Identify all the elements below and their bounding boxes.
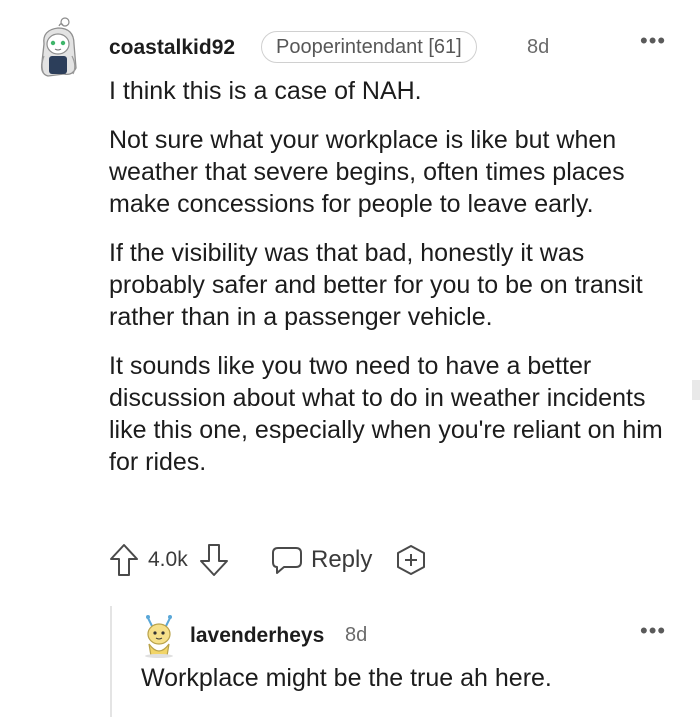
- comment-paragraph: I think this is a case of NAH.: [109, 77, 422, 105]
- downvote-button[interactable]: [198, 540, 230, 580]
- comment-paragraph: Not sure what your workplace is like but…: [109, 126, 625, 218]
- comment-body: I think this is a case of NAH. Not sure …: [109, 75, 679, 495]
- reply-more-options-button[interactable]: •••: [640, 618, 666, 644]
- plus-circle-icon: [397, 545, 425, 575]
- reply-avatar[interactable]: [140, 612, 178, 658]
- reply-label: Reply: [311, 546, 373, 573]
- speech-bubble-icon: [272, 547, 302, 574]
- thread-line[interactable]: [110, 606, 112, 717]
- reply-age: 8d: [345, 624, 368, 646]
- arrow-down-icon: [200, 544, 228, 576]
- reply-button[interactable]: Reply: [271, 540, 372, 580]
- comment-age: 8d: [527, 36, 550, 58]
- scrollbar-thumb[interactable]: [692, 380, 700, 400]
- award-button[interactable]: [394, 540, 428, 580]
- user-avatar[interactable]: [34, 16, 84, 80]
- comment: coastalkid92 Pooperintendant [61] 8d •••…: [0, 0, 700, 717]
- comment-paragraph: It sounds like you two need to have a be…: [109, 352, 663, 476]
- upvote-button[interactable]: [108, 540, 140, 580]
- reply-body: Workplace might be the true ah here.: [141, 664, 552, 692]
- comment-paragraph: If the visibility was that bad, honestly…: [109, 239, 643, 331]
- reply-author[interactable]: lavenderheys: [190, 624, 324, 648]
- more-options-button[interactable]: •••: [640, 28, 666, 54]
- comment-author[interactable]: coastalkid92: [109, 36, 235, 60]
- user-flair: Pooperintendant [61]: [261, 31, 477, 63]
- vote-score: 4.0k: [148, 548, 188, 571]
- comment-actions: 4.0k Reply: [108, 540, 438, 580]
- arrow-up-icon: [110, 544, 138, 576]
